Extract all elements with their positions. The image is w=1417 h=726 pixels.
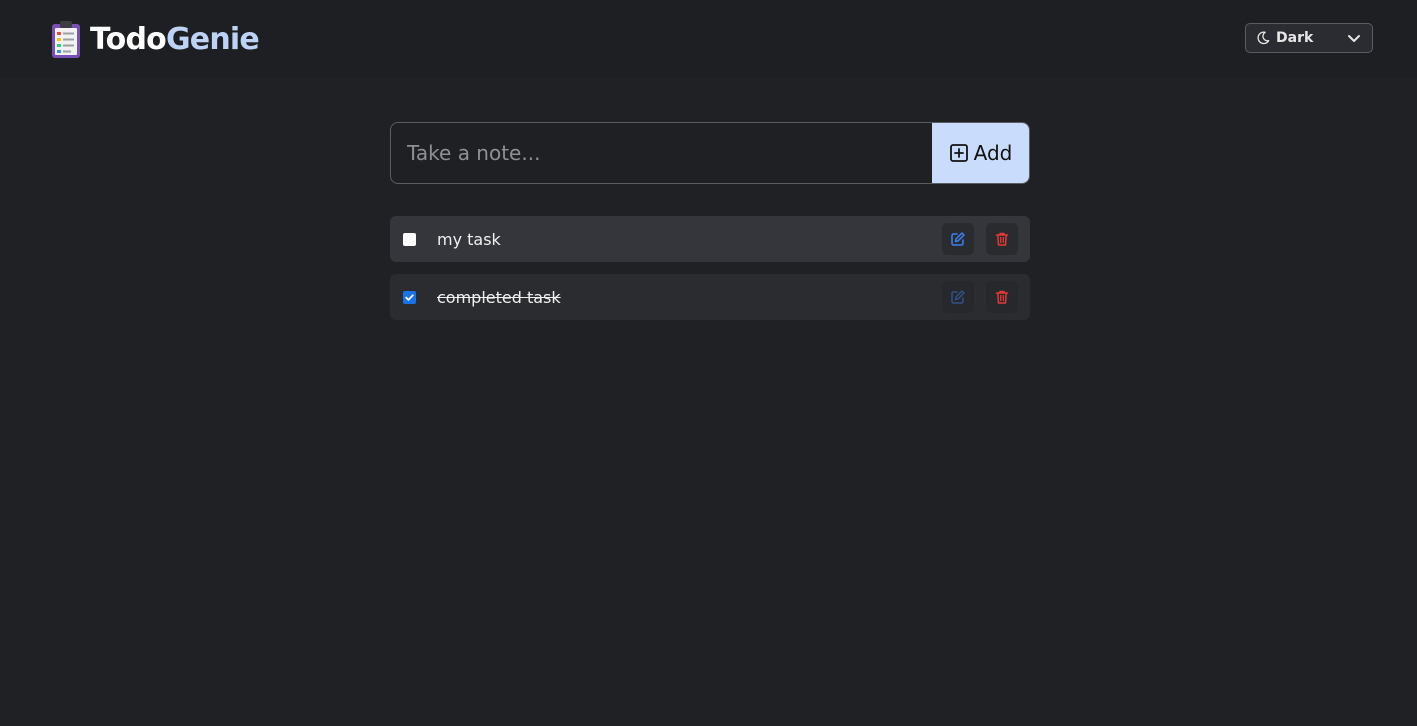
note-input[interactable] [391,123,932,183]
clipboard-icon [52,21,80,58]
task-item: my task [390,216,1030,262]
theme-select-value: Dark [1276,30,1314,46]
brand[interactable]: TodoGenie [50,18,260,60]
task-text: completed task [437,287,561,307]
delete-button[interactable] [986,223,1018,255]
add-button[interactable]: Add [932,123,1029,183]
app-title-part2: Genie [165,21,260,57]
app-header: TodoGenie Dark [0,0,1417,78]
edit-button[interactable] [942,281,974,313]
moon-icon [1257,31,1270,45]
task-checkbox[interactable] [403,232,416,246]
chevron-down-icon [1348,35,1360,42]
note-form: Add [390,122,1030,184]
task-checkbox[interactable] [403,290,416,304]
checkmark-icon [405,293,414,301]
trash-icon [995,232,1009,246]
app-title-part1: Todo [90,21,167,57]
edit-icon [951,232,965,246]
edit-button[interactable] [942,223,974,255]
delete-button[interactable] [986,281,1018,313]
theme-select[interactable]: Dark [1245,23,1373,53]
task-text: my task [437,229,501,249]
plus-square-icon [949,144,968,162]
edit-icon [951,290,965,304]
task-item: completed task [390,274,1030,320]
add-button-label: Add [973,141,1013,165]
app-title: TodoGenie [90,21,260,57]
trash-icon [995,290,1009,304]
